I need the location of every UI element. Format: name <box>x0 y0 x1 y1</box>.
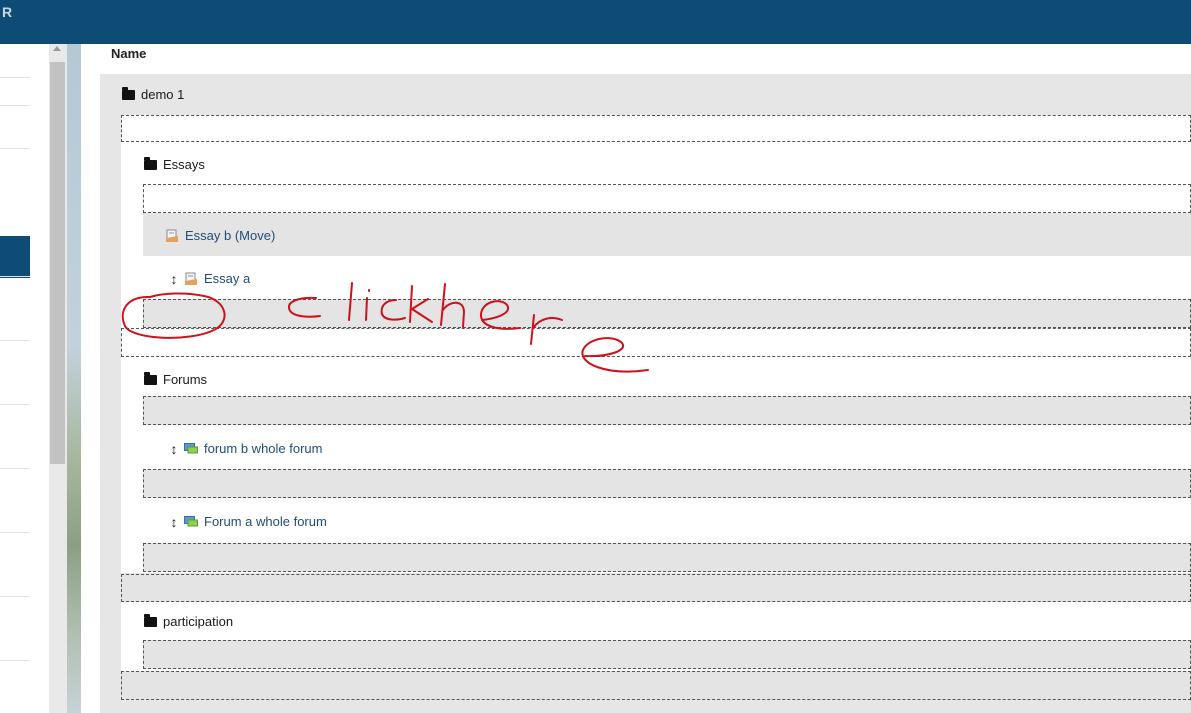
drop-zone-target[interactable] <box>143 299 1191 328</box>
move-arrows-icon[interactable]: ↕ <box>170 515 178 529</box>
folder-label: Forums <box>163 372 208 387</box>
forum-a-label: Forum a whole forum <box>204 514 327 529</box>
essay-icon <box>185 272 197 285</box>
gutter <box>81 44 100 713</box>
forums-panel <box>121 357 1191 573</box>
folder-label: demo 1 <box>141 87 185 102</box>
sidebar-divider <box>0 532 30 533</box>
folder-icon <box>144 156 157 170</box>
sidebar-divider <box>0 660 30 661</box>
sidebar-divider <box>0 105 30 106</box>
sidebar-divider <box>0 596 30 597</box>
essay-a-label: Essay a <box>204 271 251 286</box>
drop-zone[interactable] <box>121 671 1191 700</box>
folder-icon <box>122 86 135 100</box>
sidebar-divider <box>0 276 30 277</box>
folder-label: Essays <box>163 157 205 172</box>
drop-zone[interactable] <box>143 640 1191 669</box>
folder-row-participation[interactable]: participation <box>144 613 234 629</box>
folder-row-essays[interactable]: Essays <box>144 156 205 172</box>
forum-icon <box>184 515 198 526</box>
drop-zone[interactable] <box>121 328 1191 357</box>
forum-b-item[interactable]: ↕ forum b whole forum <box>170 441 323 456</box>
drop-zone[interactable] <box>143 469 1191 498</box>
left-sidebar <box>0 44 49 713</box>
sidebar-divider <box>0 148 30 149</box>
forum-icon <box>184 442 198 453</box>
scroll-up-arrow-icon[interactable] <box>53 46 61 51</box>
folder-label: participation <box>163 614 234 629</box>
background-image-strip <box>67 44 81 713</box>
move-arrows-icon[interactable]: ↕ <box>170 272 178 286</box>
top-navigation-bar: R <box>0 0 1191 44</box>
essay-icon <box>166 229 178 242</box>
sidebar-divider <box>0 468 30 469</box>
forum-a-item[interactable]: ↕ Forum a whole forum <box>170 514 327 529</box>
folder-icon <box>144 371 157 385</box>
header-mark: R <box>2 4 13 20</box>
moving-item-row <box>143 213 1191 256</box>
essay-b-label: Essay b (Move) <box>185 228 276 243</box>
essay-a-item[interactable]: ↕ Essay a <box>170 271 251 286</box>
folder-row-forums[interactable]: Forums <box>144 371 208 387</box>
drop-zone[interactable] <box>143 543 1191 572</box>
sidebar-item-active[interactable] <box>0 236 30 278</box>
folder-row-demo-1[interactable]: demo 1 <box>122 86 185 102</box>
sidebar-divider <box>0 77 30 78</box>
name-column-header[interactable]: Name <box>111 46 146 61</box>
folder-icon <box>144 613 157 627</box>
sidebar-divider <box>0 340 30 341</box>
essay-b-moving-item[interactable]: Essay b (Move) <box>165 228 275 243</box>
drop-zone[interactable] <box>121 115 1191 142</box>
forum-b-label: forum b whole forum <box>204 441 323 456</box>
drop-zone[interactable] <box>143 184 1191 213</box>
drop-zone[interactable] <box>121 574 1191 602</box>
sidebar-divider <box>0 404 30 405</box>
drop-zone[interactable] <box>143 396 1191 425</box>
move-arrows-icon[interactable]: ↕ <box>170 442 178 456</box>
sidebar-scrollbar-thumb[interactable] <box>50 62 65 464</box>
